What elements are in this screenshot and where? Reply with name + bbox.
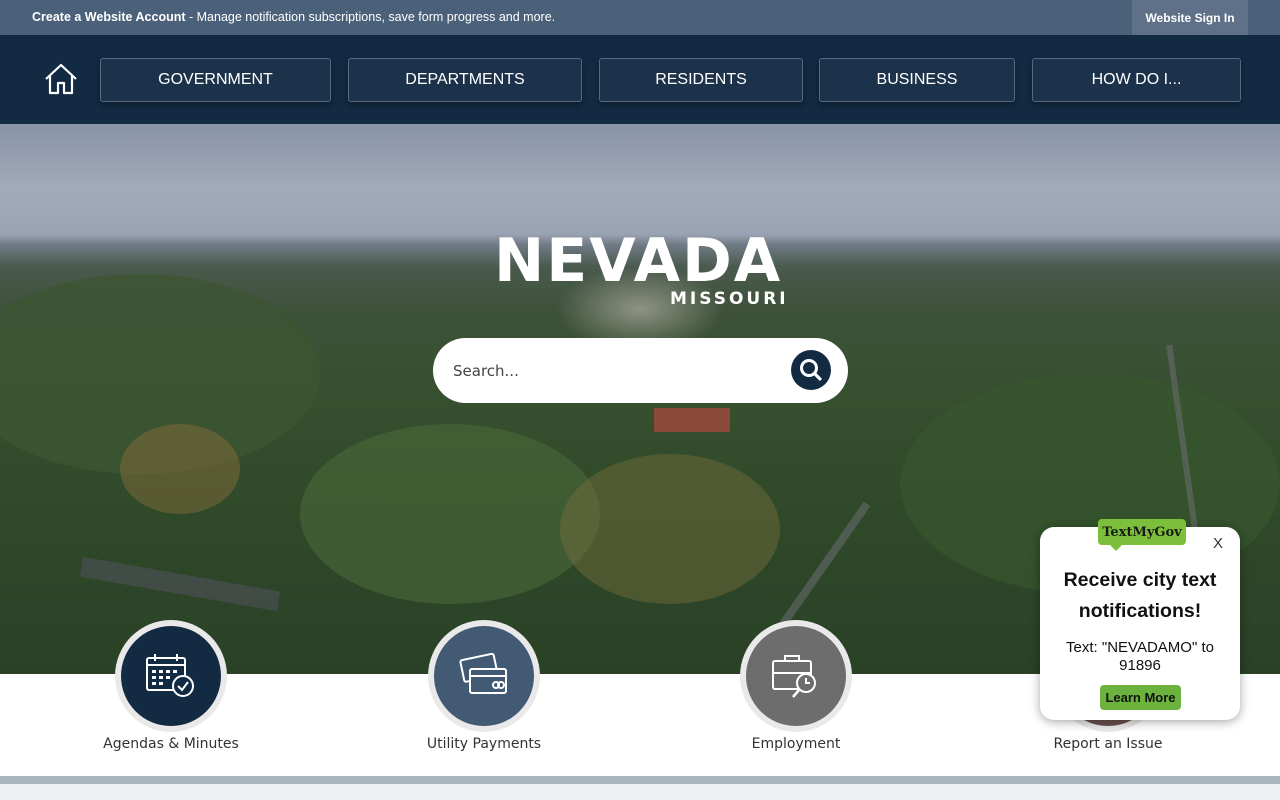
quick-link-circle: [434, 626, 534, 726]
parking-lot: [79, 556, 281, 612]
section-divider: [0, 776, 1280, 784]
quick-link-circle: [746, 626, 846, 726]
popup-title: Receive city text notifications!: [1063, 569, 1217, 622]
calendar-check-icon: [146, 654, 194, 697]
nav-government[interactable]: GOVERNMENT: [100, 58, 331, 102]
search-input[interactable]: [453, 358, 773, 384]
textmygov-badge: TextMyGov: [1098, 519, 1186, 551]
quick-link-label[interactable]: Report an Issue: [1008, 736, 1208, 752]
quick-link-utility-payments[interactable]: Utility Payments: [384, 620, 584, 760]
account-message: Create a Website Account - Manage notifi…: [32, 10, 555, 24]
tree-canopy: [120, 424, 240, 514]
quick-link-label[interactable]: Employment: [696, 736, 896, 752]
search-button[interactable]: [791, 350, 831, 390]
next-section: [0, 784, 1280, 800]
website-sign-in-button[interactable]: Website Sign In: [1132, 0, 1248, 35]
nav-business[interactable]: BUSINESS: [819, 58, 1015, 102]
building: [654, 408, 730, 432]
main-nav: GOVERNMENT DEPARTMENTS RESIDENTS BUSINES…: [0, 35, 1280, 124]
quick-link-label[interactable]: Utility Payments: [384, 736, 584, 752]
tree-canopy: [560, 454, 780, 604]
popup-close-button[interactable]: X: [1213, 535, 1223, 552]
quick-link-employment[interactable]: Employment: [696, 620, 896, 760]
tree-canopy: [300, 424, 600, 604]
briefcase-search-icon: [772, 655, 816, 698]
quick-link-agendas[interactable]: Agendas & Minutes: [71, 620, 271, 760]
quick-link-circle: [121, 626, 221, 726]
top-bar: Create a Website Account - Manage notifi…: [0, 0, 1280, 35]
nav-residents[interactable]: RESIDENTS: [599, 58, 803, 102]
city-logo-subtitle: MISSOURI: [670, 289, 789, 309]
create-account-link[interactable]: Create a Website Account: [32, 10, 186, 24]
learn-more-button[interactable]: Learn More: [1100, 685, 1181, 710]
quick-link-label[interactable]: Agendas & Minutes: [71, 736, 271, 752]
search-icon: [800, 359, 822, 381]
city-logo-title[interactable]: NEVADA: [494, 226, 782, 296]
text-notification-popup: TextMyGov X Receive city text notificati…: [1040, 519, 1240, 720]
home-icon[interactable]: [42, 61, 80, 97]
popup-text: Text: "NEVADAMO" to 91896: [1066, 639, 1214, 674]
nav-departments[interactable]: DEPARTMENTS: [348, 58, 582, 102]
nav-how-do-i[interactable]: HOW DO I...: [1032, 58, 1241, 102]
credit-card-icon: [459, 653, 507, 694]
search-box: [433, 338, 848, 403]
account-message-text: - Manage notification subscriptions, sav…: [185, 10, 556, 24]
